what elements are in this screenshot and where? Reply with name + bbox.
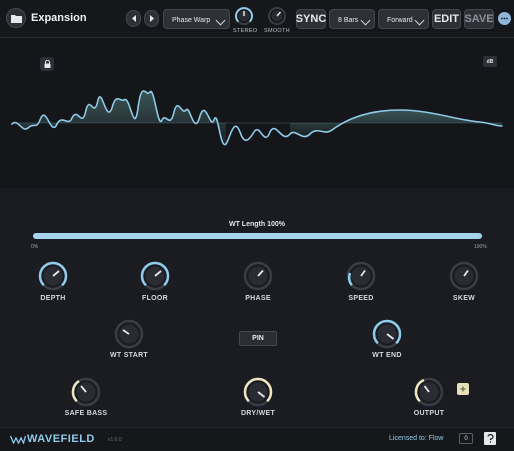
lock-icon	[44, 60, 50, 68]
header-bar: Expansion Phase Warp STEREO SMOOTH SYNC …	[0, 0, 514, 38]
chevron-left-icon	[131, 15, 136, 22]
wavefield-logo-icon	[10, 435, 26, 444]
mode-select[interactable]: Phase Warp	[163, 9, 230, 29]
speed-knob[interactable]	[345, 260, 377, 292]
smooth-label: SMOOTH	[264, 28, 290, 34]
license-info: Licensed to: Flow	[389, 435, 443, 442]
footer-bar: WAVEFIELD v1.0.0 Licensed to: Flow 0	[0, 427, 514, 451]
dry-wet-label: DRY/WET	[240, 410, 276, 417]
phase-knob[interactable]	[242, 260, 274, 292]
chevron-down-icon	[360, 15, 371, 26]
phase-label: PHASE	[245, 295, 271, 302]
stereo-label: STEREO	[233, 28, 258, 34]
skew-knob[interactable]	[448, 260, 480, 292]
menu-button[interactable]	[498, 12, 511, 25]
edit-button[interactable]: EDIT	[432, 9, 461, 29]
help-button[interactable]	[484, 432, 496, 445]
bars-select-value: 8 Bars	[338, 17, 359, 24]
folder-icon	[10, 14, 22, 23]
licensed-name: Flow	[428, 435, 444, 442]
depth-label: DEPTH	[40, 295, 66, 302]
wt-length-fill	[33, 233, 482, 239]
skew-label: SKEW	[452, 295, 476, 302]
wt-end-knob[interactable]	[371, 318, 403, 350]
save-button[interactable]: SAVE	[464, 9, 494, 29]
wt-min-label: 0%	[31, 244, 39, 250]
mode-select-value: Phase Warp	[172, 17, 211, 24]
output-link-toggle[interactable]	[457, 383, 469, 395]
chevron-down-icon	[215, 15, 226, 26]
floor-knob[interactable]	[139, 260, 171, 292]
direction-select[interactable]: Forward	[378, 9, 429, 29]
safe-bass-label: SAFE BASS	[64, 410, 108, 417]
sync-button[interactable]: SYNC	[296, 9, 326, 29]
help-icon	[486, 434, 494, 443]
lock-button[interactable]	[40, 57, 54, 71]
more-icon	[501, 17, 508, 20]
wt-start-knob[interactable]	[113, 318, 145, 350]
waveform-display[interactable]: dB	[0, 38, 514, 188]
next-preset-button[interactable]	[144, 10, 159, 27]
chevron-right-icon	[149, 15, 154, 22]
bars-select[interactable]: 8 Bars	[329, 9, 375, 29]
wt-start-label: WT START	[109, 352, 149, 359]
wt-length-label: WT Length 100%	[228, 221, 285, 228]
dry-wet-knob[interactable]	[242, 376, 274, 408]
wt-length-slider[interactable]	[33, 233, 482, 239]
prev-preset-button[interactable]	[126, 10, 141, 27]
output-knob[interactable]	[413, 376, 445, 408]
safe-bass-knob[interactable]	[70, 376, 102, 408]
plugin-window: Expansion Phase Warp STEREO SMOOTH SYNC …	[0, 0, 514, 451]
counter-badge[interactable]: 0	[459, 433, 473, 444]
chevron-down-icon	[414, 15, 425, 26]
db-button[interactable]: dB	[483, 56, 497, 67]
wt-end-label: WT END	[372, 352, 402, 359]
smooth-knob[interactable]	[267, 6, 287, 26]
speed-label: SPEED	[348, 295, 374, 302]
preset-name: Expansion	[31, 12, 87, 24]
output-label: OUTPUT	[413, 410, 445, 417]
depth-knob[interactable]	[37, 260, 69, 292]
version-label: v1.0.0	[108, 437, 122, 443]
stereo-knob[interactable]	[234, 6, 254, 26]
direction-select-value: Forward	[387, 17, 413, 24]
licensed-prefix: Licensed to:	[389, 435, 427, 442]
pin-button[interactable]: PIN	[239, 331, 277, 346]
wt-max-label: 100%	[474, 244, 487, 250]
floor-label: FLOOR	[142, 295, 168, 302]
folder-button[interactable]	[6, 8, 26, 28]
waveform-graph	[11, 90, 503, 145]
plus-icon	[460, 386, 466, 392]
brand-name: WAVEFIELD	[27, 433, 95, 445]
